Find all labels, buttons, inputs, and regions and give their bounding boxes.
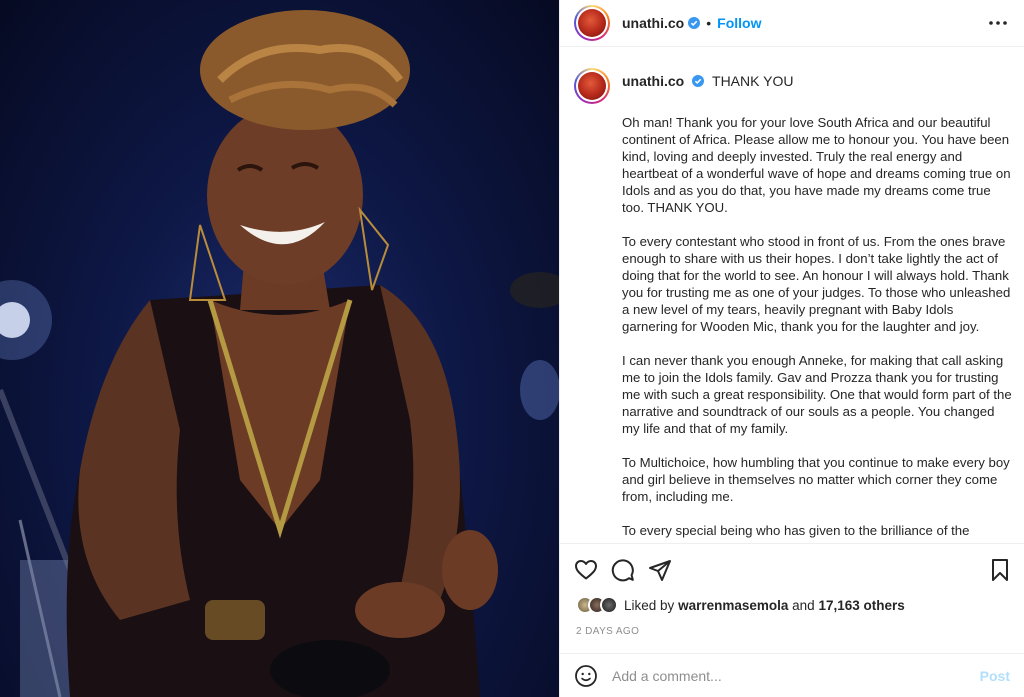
emoji-icon[interactable] (574, 664, 598, 688)
caption-header: unathi.co THANK YOU (574, 66, 1012, 104)
separator-dot: • (706, 15, 712, 31)
add-comment-bar: Post (560, 653, 1024, 697)
like-heart-icon[interactable] (574, 558, 598, 582)
caption-paragraph: To every contestant who stood in front o… (622, 234, 1011, 334)
caption-username[interactable]: unathi.co (622, 73, 684, 89)
author-username[interactable]: unathi.co (622, 15, 684, 31)
liker-avatars[interactable] (576, 596, 618, 614)
follow-button[interactable]: Follow (717, 15, 761, 31)
author-avatar[interactable] (574, 5, 610, 41)
likes-summary: Liked by warrenmasemola and 17,163 other… (560, 582, 1024, 614)
caption-paragraph: To Multichoice, how humbling that you co… (622, 455, 1010, 504)
verified-badge-icon (688, 17, 701, 29)
likes-others[interactable]: 17,163 others (818, 598, 904, 613)
caption-title: THANK YOU (712, 73, 794, 89)
caption-body: Oh man! Thank you for your love South Af… (622, 114, 1012, 539)
post-header: unathi.co • Follow (560, 0, 1024, 47)
caption-paragraph: I can never thank you enough Anneke, for… (622, 353, 1012, 436)
likes-joiner: and (792, 597, 815, 613)
post-photo[interactable] (0, 0, 559, 697)
caption-paragraph: Oh man! Thank you for your love South Af… (622, 115, 1011, 215)
post-timestamp[interactable]: 2 DAYS AGO (560, 614, 1024, 637)
verified-badge-icon (692, 75, 705, 87)
comment-bubble-icon[interactable] (611, 558, 635, 582)
more-options-icon[interactable] (986, 14, 1010, 32)
action-icons (560, 544, 1024, 582)
avatar-image (578, 72, 606, 100)
post-comment-button[interactable]: Post (980, 668, 1010, 684)
avatar-image (578, 9, 606, 37)
liker-avatar (600, 596, 618, 614)
likes-prefix: Liked by (624, 597, 675, 613)
caption-author-avatar[interactable] (574, 68, 610, 104)
liker-username[interactable]: warrenmasemola (678, 598, 788, 613)
save-bookmark-icon[interactable] (988, 558, 1012, 582)
post-details-panel: unathi.co • Follow unathi.co THANK YOU O… (559, 0, 1024, 697)
comment-input[interactable] (612, 667, 980, 684)
photo-illustration (0, 10, 559, 697)
caption-paragraph: To every special being who has given to … (622, 523, 970, 538)
share-paper-plane-icon[interactable] (648, 558, 672, 582)
post-actions: Liked by warrenmasemola and 17,163 other… (560, 543, 1024, 654)
instagram-post: unathi.co • Follow unathi.co THANK YOU O… (0, 0, 1024, 697)
caption-scroll-area[interactable]: unathi.co THANK YOU Oh man! Thank you fo… (560, 48, 1024, 543)
